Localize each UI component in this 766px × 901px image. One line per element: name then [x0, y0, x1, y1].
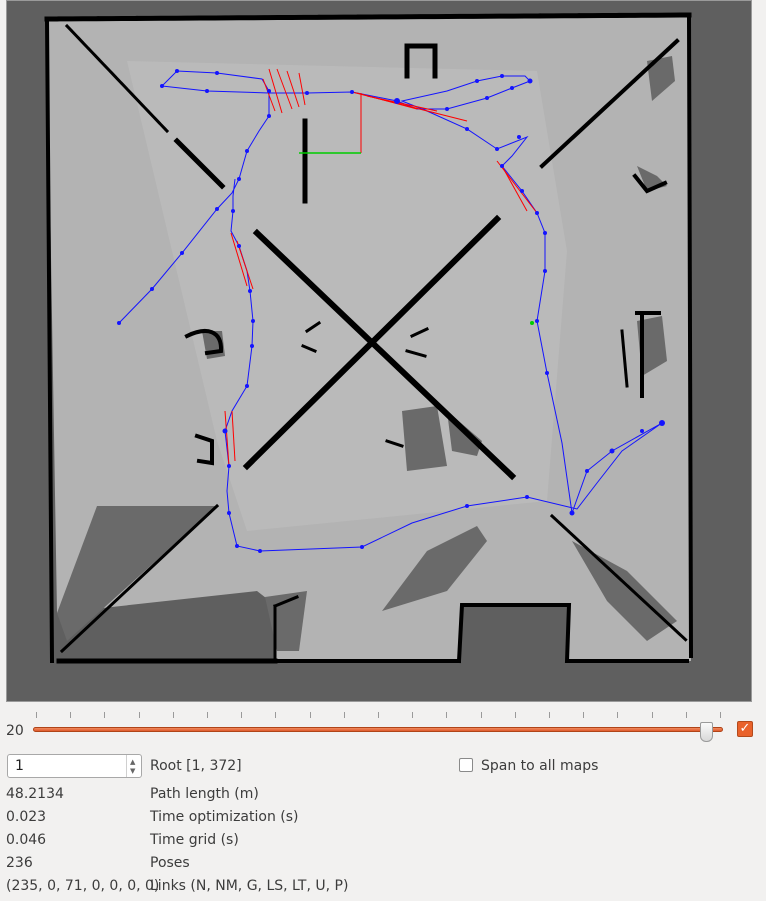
stat-label: Path length (m): [150, 786, 259, 802]
stat-value: 0.023: [6, 809, 47, 825]
stat-value: 236: [6, 855, 33, 871]
slider-handle[interactable]: [699, 722, 713, 742]
spin-down-icon[interactable]: ▼: [130, 768, 135, 775]
root-label: Root [1, 372]: [150, 758, 242, 774]
occupancy-grid-map-view[interactable]: [6, 0, 752, 702]
stat-value: (235, 0, 71, 0, 0, 0, 0): [6, 878, 160, 894]
span-to-all-maps-label[interactable]: Span to all maps: [481, 758, 598, 774]
stat-value: 0.046: [6, 832, 47, 848]
slider-tick: [275, 712, 277, 718]
stat-label: Time optimization (s): [150, 809, 299, 825]
stat-row-links: (235, 0, 71, 0, 0, 0, 0) Links (N, NM, G…: [0, 878, 766, 898]
spin-up-icon[interactable]: ▲: [130, 759, 135, 766]
slider-tick: [36, 712, 37, 718]
slider-ticks: [0, 712, 766, 720]
slider-tick: [138, 712, 140, 718]
slider-tick: [241, 712, 243, 718]
slider-tick: [514, 712, 516, 718]
slider-tick: [549, 712, 550, 718]
slider-tick: [480, 712, 482, 718]
root-id-value[interactable]: 1: [15, 758, 24, 774]
stat-label: Poses: [150, 855, 190, 871]
spin-buttons: ▲ ▼: [126, 755, 141, 777]
current-pose: [530, 321, 534, 325]
stat-label: Links (N, NM, G, LS, LT, U, P): [150, 878, 349, 894]
slider-tick: [104, 712, 106, 718]
slider-tick: [685, 712, 687, 718]
map-index-slider[interactable]: [33, 727, 723, 732]
slider-tick: [617, 712, 619, 718]
stat-row-path-length: 48.2134 Path length (m): [0, 786, 766, 806]
slider-tick: [309, 712, 311, 718]
slider-tick: [343, 712, 345, 718]
stat-value: 48.2134: [6, 786, 64, 802]
slider-tick: [172, 712, 174, 718]
slider-tick: [378, 712, 379, 718]
stat-row-time-grid: 0.046 Time grid (s): [0, 832, 766, 852]
stat-row-poses: 236 Poses: [0, 855, 766, 875]
slider-tick: [651, 712, 653, 718]
slider-enable-checkbox[interactable]: ✓: [737, 721, 753, 737]
slider-tick: [207, 712, 208, 718]
slider-tick: [583, 712, 585, 718]
slider-tick: [70, 712, 72, 718]
slider-tick: [446, 712, 448, 718]
slider-tick: [412, 712, 414, 718]
slider-value-label: 20: [6, 723, 24, 739]
slider-tick: [720, 712, 721, 718]
map-canvas: [44, 12, 694, 664]
span-to-all-maps-checkbox[interactable]: [459, 758, 473, 772]
root-id-spinbox[interactable]: 1 ▲ ▼: [7, 754, 142, 778]
stat-row-time-optimization: 0.023 Time optimization (s): [0, 809, 766, 829]
stat-label: Time grid (s): [150, 832, 239, 848]
